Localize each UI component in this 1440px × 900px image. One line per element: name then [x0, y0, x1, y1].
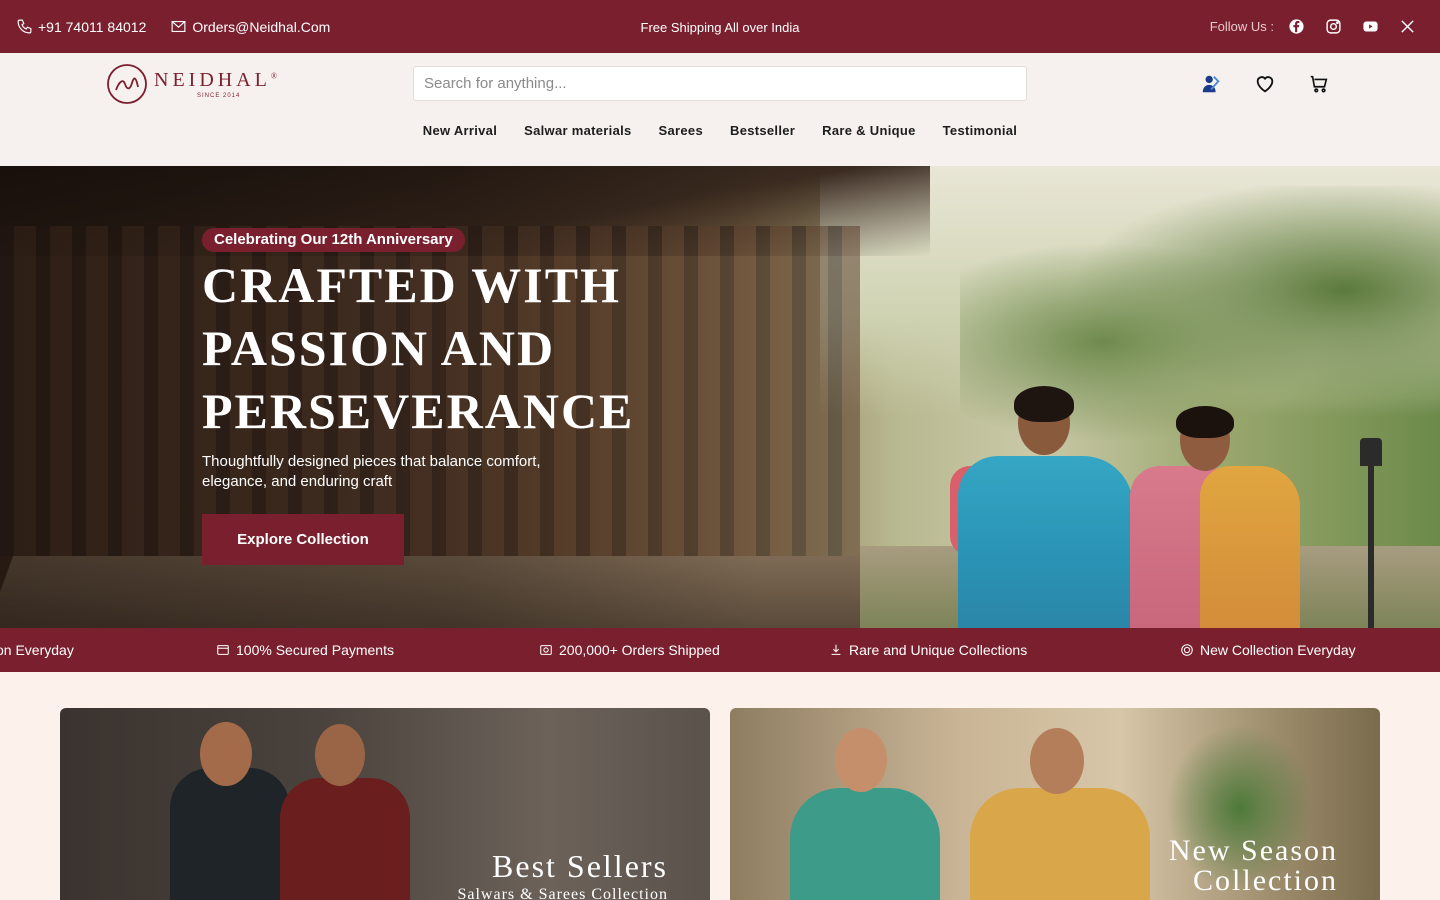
secure-payment-icon	[217, 645, 229, 655]
feature-secured-payments: 100% Secured Payments	[216, 628, 394, 672]
card-model-1	[170, 768, 290, 900]
feature-new-collection-partial: on Everyday	[0, 628, 74, 672]
top-bar: +91 74011 84012 Orders@Neidhal.Com Free …	[0, 0, 1440, 53]
feature-label: 200,000+ Orders Shipped	[559, 642, 720, 658]
nav-salwar-materials[interactable]: Salwar materials	[524, 123, 631, 138]
rare-unique-icon	[831, 644, 841, 655]
orders-shipped-icon	[540, 645, 552, 655]
card-model-2-head	[1030, 728, 1084, 794]
nav-sarees[interactable]: Sarees	[659, 123, 703, 138]
card-model-1-head	[200, 722, 252, 786]
model-hair	[1014, 386, 1074, 422]
instagram-icon[interactable]	[1325, 18, 1342, 35]
x-icon[interactable]	[1399, 18, 1416, 35]
card-title: New Season Collection	[1168, 834, 1338, 897]
social-links: Follow Us :	[1210, 0, 1416, 53]
feature-rare-unique: Rare and Unique Collections	[829, 628, 1027, 672]
nav-testimonial[interactable]: Testimonial	[943, 123, 1018, 138]
follow-label: Follow Us :	[1209, 19, 1274, 34]
feature-label: 100% Secured Payments	[236, 642, 394, 658]
model-hair	[1176, 406, 1234, 438]
features-strip: on Everyday 100% Secured Payments 200,00…	[0, 628, 1440, 672]
card-model-1-head	[835, 728, 887, 792]
account-icon	[1202, 75, 1220, 93]
nav-new-arrival[interactable]: New Arrival	[423, 123, 497, 138]
card-model-2-head	[315, 724, 365, 786]
hero-lamp-head	[1360, 438, 1382, 466]
best-sellers-card[interactable]: Best Sellers Salwars & Sarees Collection	[60, 708, 710, 900]
feature-orders-shipped: 200,000+ Orders Shipped	[539, 628, 720, 672]
email-link[interactable]: Orders@Neidhal.Com	[170, 18, 330, 35]
youtube-icon[interactable]	[1362, 18, 1379, 35]
mail-icon	[171, 20, 186, 33]
contact-info: +91 74011 84012 Orders@Neidhal.Com	[16, 0, 330, 53]
search-input[interactable]	[413, 66, 1027, 101]
feature-label: on Everyday	[0, 642, 74, 658]
hero-lamp-post	[1368, 446, 1374, 628]
card-model-1	[790, 788, 940, 900]
logo-mark-icon	[107, 64, 147, 104]
site-header: NEIDHAL® SINCE 2014 New Arrival Salwar m…	[0, 53, 1440, 166]
model-saree	[958, 456, 1133, 628]
card-model-2	[280, 778, 410, 900]
cart-icon	[1310, 75, 1328, 93]
email-address: Orders@Neidhal.Com	[192, 18, 331, 35]
card-subtitle: Salwars & Sarees Collection	[457, 886, 668, 900]
nav-rare-unique[interactable]: Rare & Unique	[822, 123, 915, 138]
facebook-icon[interactable]	[1288, 18, 1305, 35]
card-title: Best Sellers	[492, 848, 668, 884]
brand-logo[interactable]: NEIDHAL® SINCE 2014	[106, 63, 286, 105]
cart-button[interactable]	[1306, 71, 1332, 97]
explore-collection-button[interactable]: Explore Collection	[202, 514, 404, 565]
feature-new-collection: New Collection Everyday	[1180, 628, 1356, 672]
logo-name: NEIDHAL®	[154, 69, 277, 91]
wishlist-button[interactable]	[1252, 71, 1278, 97]
account-button[interactable]	[1198, 71, 1224, 97]
logo-since: SINCE 2014	[197, 93, 241, 99]
new-collection-icon	[1181, 644, 1193, 656]
new-season-card[interactable]: New Season Collection	[730, 708, 1380, 900]
feature-label: Rare and Unique Collections	[849, 642, 1028, 658]
nav-bestseller[interactable]: Bestseller	[730, 123, 795, 138]
phone-number: +91 74011 84012	[38, 18, 147, 35]
main-nav: New Arrival Salwar materials Sarees Best…	[0, 123, 1440, 138]
phone-link[interactable]: +91 74011 84012	[16, 18, 146, 35]
phone-icon	[17, 19, 32, 34]
feature-label: New Collection Everyday	[1200, 642, 1356, 658]
header-actions	[1198, 71, 1332, 97]
model-dupatta	[1200, 466, 1300, 628]
heart-icon	[1256, 76, 1274, 93]
